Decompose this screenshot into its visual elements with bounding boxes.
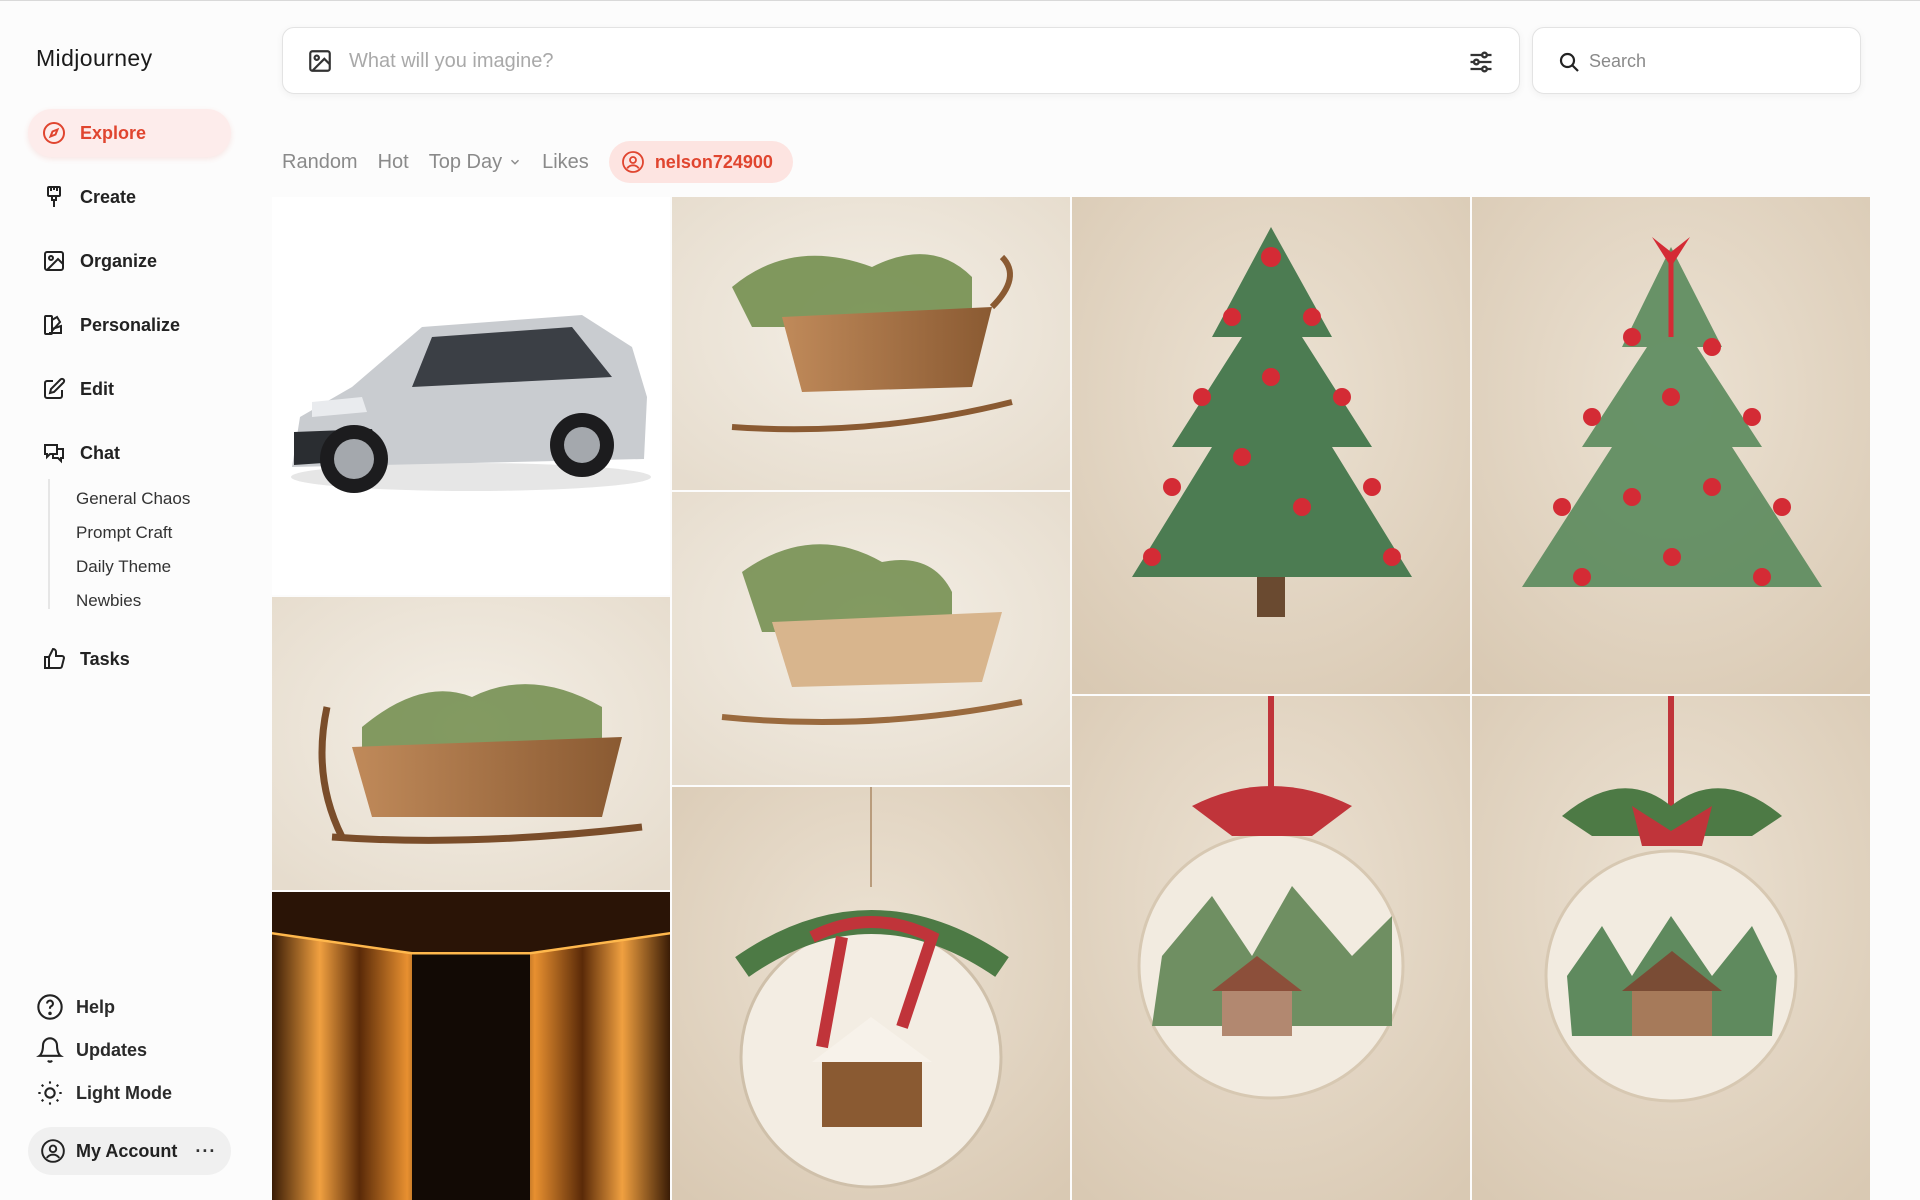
gallery-item-sleigh-1[interactable]: [672, 197, 1070, 490]
more-options-icon[interactable]: ···: [195, 1141, 216, 1162]
nav-label: Create: [80, 186, 137, 207]
nav-organize[interactable]: Organize: [28, 237, 231, 285]
chat-channel-prompt-craft[interactable]: Prompt Craft: [76, 523, 256, 543]
search-bar: [1532, 27, 1861, 94]
sleigh-painting: [272, 597, 670, 890]
image-icon: [40, 247, 68, 275]
chat-channel-newbies[interactable]: Newbies: [76, 591, 256, 611]
ornament-painting: [1072, 696, 1470, 1200]
search-input[interactable]: [1589, 44, 1839, 78]
tab-user[interactable]: nelson724900: [608, 141, 793, 183]
bell-icon: [36, 1037, 64, 1063]
user-circle-icon: [41, 1139, 65, 1163]
prompt-input[interactable]: [349, 44, 1409, 78]
edit-icon: [40, 375, 68, 403]
gallery-item-suv[interactable]: [272, 197, 670, 595]
nav-edit[interactable]: Edit: [28, 365, 231, 413]
gallery-item-tree-1[interactable]: [1072, 197, 1470, 694]
nav-chat[interactable]: Chat: [28, 429, 231, 477]
light-mode-toggle[interactable]: Light Mode: [36, 1075, 172, 1111]
account-label: My Account: [76, 1140, 178, 1161]
tab-hot[interactable]: Hot: [378, 151, 409, 174]
user-circle-icon: [621, 151, 644, 173]
gallery-item-sleigh-2[interactable]: [672, 492, 1070, 785]
nav-label: Edit: [80, 378, 114, 399]
help-label: Help: [76, 996, 116, 1017]
nav-create[interactable]: Create: [28, 173, 231, 221]
help-link[interactable]: Help: [36, 989, 115, 1025]
ornament-painting: [672, 787, 1070, 1200]
chevron-down-icon: [511, 159, 520, 165]
nav-label: Organize: [80, 250, 158, 271]
chat-channel-list: General Chaos Prompt Craft Daily Theme N…: [48, 479, 190, 610]
nav-label: Tasks: [80, 648, 130, 669]
nav-label: Explore: [80, 122, 147, 143]
thumbs-up-icon: [40, 645, 68, 673]
corridor-image: [272, 892, 670, 1200]
settings-sliders-icon[interactable]: [1467, 48, 1495, 76]
gallery-item-corridor[interactable]: [272, 892, 670, 1200]
my-account-button[interactable]: My Account ···: [28, 1127, 231, 1175]
brush-icon: [40, 183, 68, 211]
image-upload-icon[interactable]: [307, 48, 333, 74]
sleigh-painting: [672, 197, 1070, 490]
updates-link[interactable]: Updates: [36, 1032, 147, 1068]
tab-top-day[interactable]: Top Day: [429, 151, 522, 174]
prompt-bar: [282, 27, 1520, 94]
nav-personalize[interactable]: Personalize: [28, 301, 231, 349]
ornament-painting: [1472, 696, 1870, 1200]
gallery-item-ornament-1[interactable]: [672, 787, 1070, 1200]
chat-icon: [40, 439, 68, 467]
tab-top-day-label: Top Day: [428, 150, 503, 173]
gallery-item-ornament-2[interactable]: [1072, 696, 1470, 1200]
suv-image: [291, 315, 651, 493]
sidebar: Midjourney Explore Create Organize Perso…: [0, 1, 260, 1200]
chat-channel-daily-theme[interactable]: Daily Theme: [76, 557, 256, 577]
nav-label: Chat: [80, 442, 120, 463]
compass-icon: [40, 119, 68, 147]
nav-explore[interactable]: Explore: [28, 109, 231, 157]
tab-likes[interactable]: Likes: [542, 151, 589, 174]
user-chip-label: nelson724900: [654, 151, 773, 172]
search-icon: [1559, 52, 1579, 72]
nav-label: Personalize: [80, 314, 181, 335]
updates-label: Updates: [76, 1039, 148, 1060]
sleigh-painting: [672, 492, 1070, 785]
gallery-item-ornament-3[interactable]: [1472, 696, 1870, 1200]
tab-random[interactable]: Random: [282, 151, 358, 174]
light-mode-label: Light Mode: [76, 1082, 172, 1103]
gallery-item-tree-2[interactable]: [1472, 197, 1870, 694]
swatch-icon: [40, 311, 68, 339]
tree-painting: [1472, 197, 1870, 694]
tree-painting: [1072, 197, 1470, 694]
help-icon: [37, 994, 63, 1020]
nav-tasks[interactable]: Tasks: [28, 635, 231, 683]
gallery-item-sleigh-3[interactable]: [272, 597, 670, 890]
sun-icon: [38, 1081, 62, 1105]
feed-tabs: Random Hot Top Day Likes nelson724900: [282, 141, 793, 183]
chat-channel-general-chaos[interactable]: General Chaos: [76, 489, 256, 509]
app-logo[interactable]: Midjourney: [36, 45, 153, 72]
